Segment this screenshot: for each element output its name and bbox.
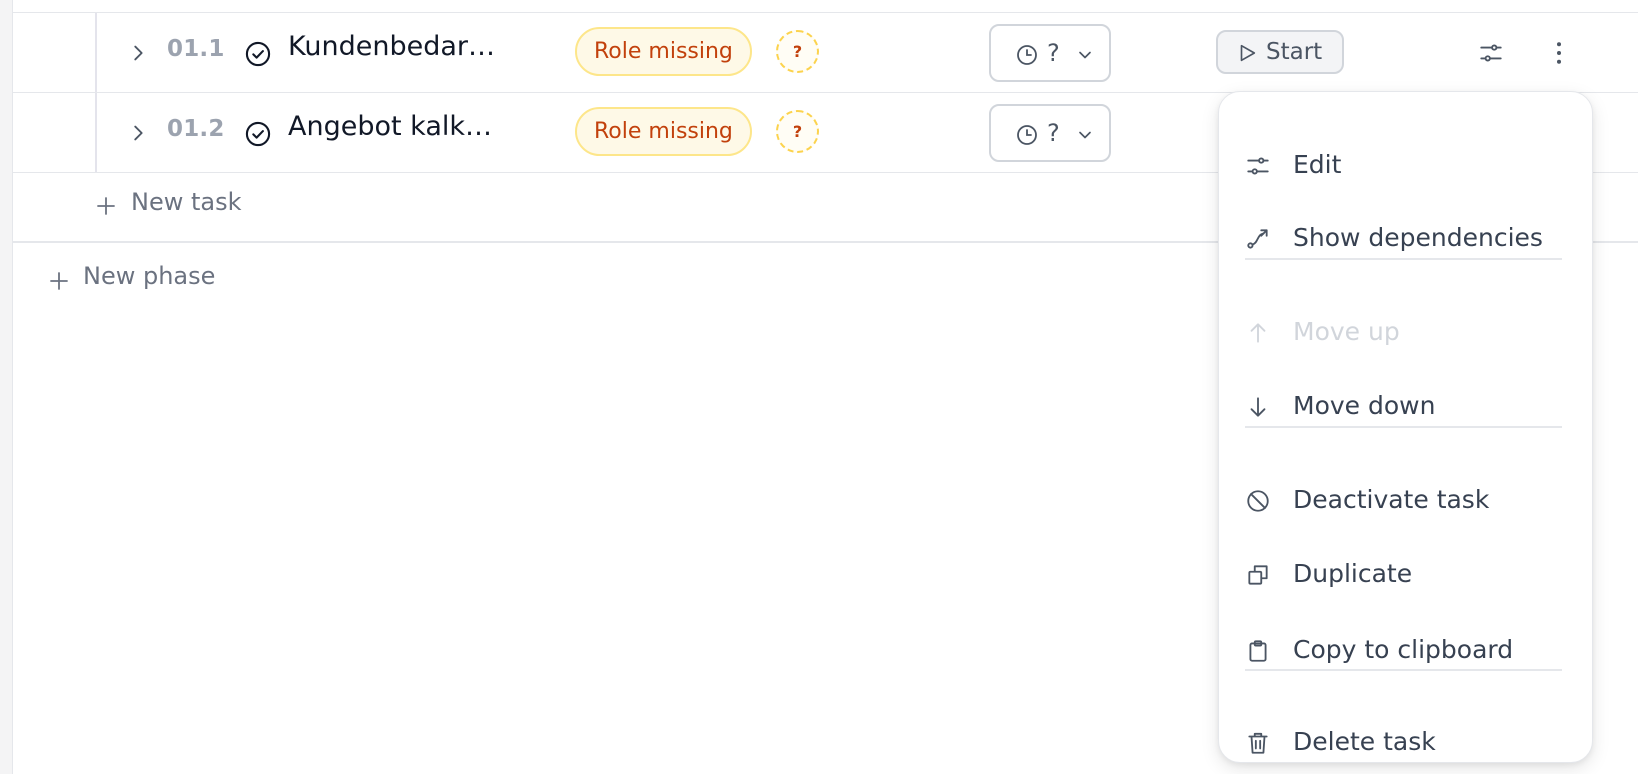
menu-item-edit[interactable]: Edit xyxy=(1219,136,1592,196)
chevron-right-icon[interactable] xyxy=(127,42,149,64)
task-number: 01.1 xyxy=(167,36,225,62)
indent-line xyxy=(95,13,97,92)
menu-item-label: Move up xyxy=(1293,317,1400,346)
sliders-icon xyxy=(1245,153,1271,179)
menu-item-move-down[interactable]: Move down xyxy=(1219,377,1592,437)
menu-item-show-dependencies[interactable]: Show dependencies xyxy=(1219,209,1592,269)
menu-item-copy-to-clipboard[interactable]: Copy to clipboard xyxy=(1219,621,1592,681)
arrow-up-icon xyxy=(1245,320,1271,346)
task-number: 01.2 xyxy=(167,116,225,142)
plus-icon xyxy=(94,194,118,218)
menu-item-label: Show dependencies xyxy=(1293,223,1543,252)
task-row[interactable]: 01.1 Kundenbedar… Role missing ? ? Start xyxy=(13,13,1638,93)
assignee-placeholder[interactable]: ? xyxy=(776,110,819,153)
indent-line xyxy=(95,93,97,172)
clock-icon xyxy=(1015,123,1039,147)
menu-item-move-up: Move up xyxy=(1219,303,1592,363)
task-context-menu: Edit Show dependencies Move up Move down… xyxy=(1218,91,1593,763)
time-estimate-value: ? xyxy=(1047,39,1060,67)
start-button[interactable]: Start xyxy=(1216,30,1344,74)
menu-separator xyxy=(1245,426,1562,428)
role-missing-badge[interactable]: Role missing xyxy=(575,107,752,156)
chevron-right-icon[interactable] xyxy=(127,122,149,144)
task-title[interactable]: Kundenbedar… xyxy=(288,31,495,62)
check-circle-icon[interactable] xyxy=(244,40,272,68)
menu-item-label: Move down xyxy=(1293,391,1436,420)
menu-item-label: Edit xyxy=(1293,150,1342,179)
duplicate-icon xyxy=(1245,562,1271,588)
start-label: Start xyxy=(1266,39,1323,65)
menu-item-label: Delete task xyxy=(1293,727,1436,756)
menu-separator xyxy=(1245,669,1562,671)
menu-item-duplicate[interactable]: Duplicate xyxy=(1219,545,1592,605)
time-estimate-value: ? xyxy=(1047,119,1060,147)
assignee-placeholder[interactable]: ? xyxy=(776,30,819,73)
clipboard-icon xyxy=(1245,638,1271,664)
plus-icon xyxy=(47,269,71,293)
chevron-down-icon xyxy=(1075,125,1095,145)
arrow-down-icon xyxy=(1245,394,1271,420)
menu-item-label: Copy to clipboard xyxy=(1293,635,1514,664)
more-vertical-icon[interactable] xyxy=(1544,38,1574,68)
role-missing-badge[interactable]: Role missing xyxy=(575,27,752,76)
menu-item-label: Duplicate xyxy=(1293,559,1413,588)
trash-icon xyxy=(1245,730,1271,756)
menu-separator xyxy=(1245,258,1562,260)
time-estimate-dropdown[interactable]: ? xyxy=(989,104,1111,162)
sliders-icon[interactable] xyxy=(1478,40,1504,66)
check-circle-icon[interactable] xyxy=(244,120,272,148)
dependencies-icon xyxy=(1245,226,1271,252)
menu-item-delete-task[interactable]: Delete task xyxy=(1219,713,1592,773)
ban-icon xyxy=(1245,488,1271,514)
chevron-down-icon xyxy=(1075,45,1095,65)
task-title[interactable]: Angebot kalk… xyxy=(288,111,492,142)
time-estimate-dropdown[interactable]: ? xyxy=(989,24,1111,82)
new-phase-label: New phase xyxy=(83,262,216,290)
clock-icon xyxy=(1015,43,1039,67)
new-task-label: New task xyxy=(131,188,242,216)
menu-item-label: Deactivate task xyxy=(1293,485,1490,514)
play-icon xyxy=(1236,42,1258,64)
menu-item-deactivate-task[interactable]: Deactivate task xyxy=(1219,471,1592,531)
